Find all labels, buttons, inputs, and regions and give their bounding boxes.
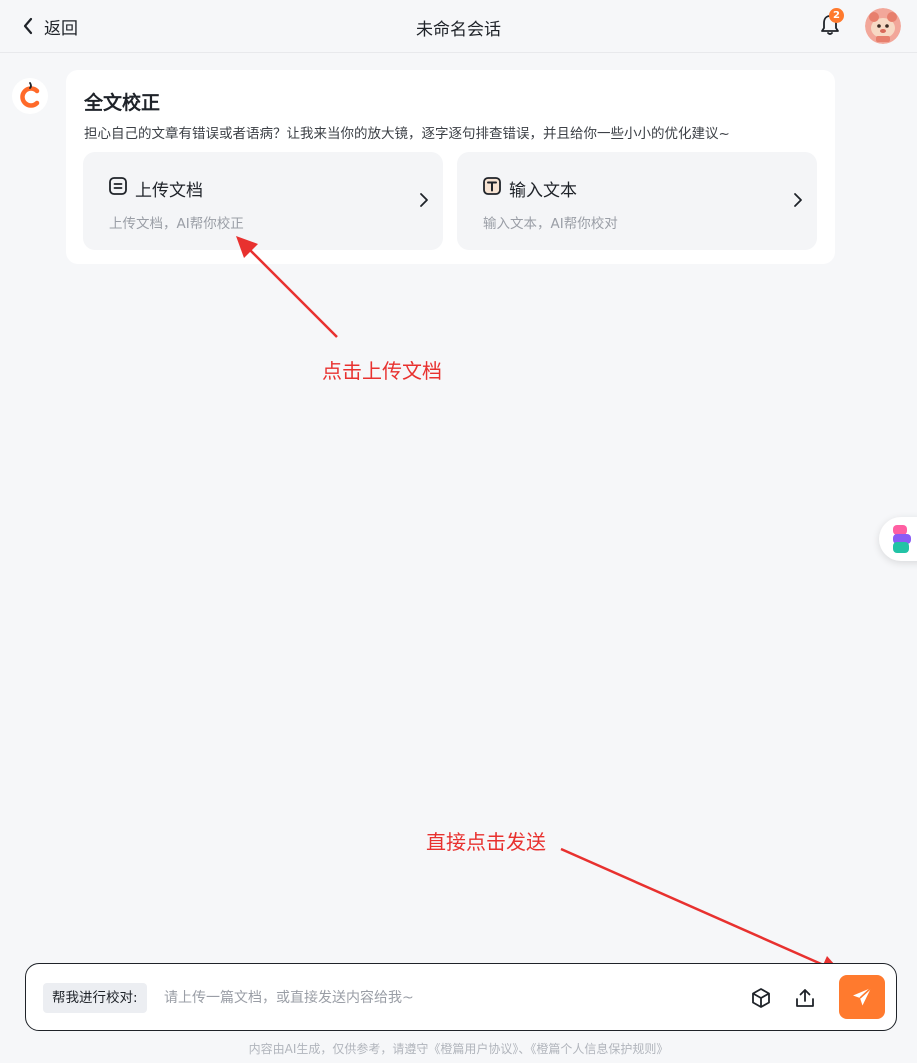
card-description: 担心自己的文章有错误或者语病？让我来当你的放大镜，逐字逐句排查错误，并且给你一些… [84,126,730,142]
input-text-option[interactable]: 输入文本 输入文本，AI帮你校对 [457,152,817,250]
option-subtitle: 上传文档，AI帮你校正 [109,216,244,232]
send-icon [853,987,872,1006]
option-title: 输入文本 [509,181,577,201]
footer-disclaimer: 内容由AI生成，仅供参考，请遵守《橙篇用户协议》、《橙篇个人信息保护规则》 [248,1042,669,1056]
chevron-right-icon [420,193,428,207]
assistant-logo [12,78,48,114]
page-title: 未命名会话 [416,20,501,40]
avatar[interactable] [865,8,901,44]
upload-icon[interactable] [793,986,817,1010]
card-title: 全文校正 [84,92,161,114]
message-composer: 帮我进行校对: [25,963,897,1031]
option-title: 上传文档 [135,181,203,201]
option-subtitle: 输入文本，AI帮你校对 [483,216,618,232]
chevron-right-icon [794,193,802,207]
text-icon [483,177,501,195]
upload-hint-annotation: 点击上传文档 [322,359,442,383]
prompt-prefix-tag: 帮我进行校对: [43,983,147,1013]
side-float-button[interactable] [879,517,917,561]
send-button[interactable] [839,975,885,1019]
message-input[interactable] [164,983,724,1013]
top-bar: 返回 未命名会话 2 [0,0,917,53]
notification-badge: 2 [829,8,844,23]
proofread-card: 全文校正 担心自己的文章有错误或者语病？让我来当你的放大镜，逐字逐句排查错误，并… [66,70,835,264]
cube-icon[interactable] [749,986,773,1010]
send-hint-annotation: 直接点击发送 [426,830,546,854]
app-logo-icon [893,525,911,553]
upload-document-option[interactable]: 上传文档 上传文档，AI帮你校正 [83,152,443,250]
document-icon [109,177,127,195]
